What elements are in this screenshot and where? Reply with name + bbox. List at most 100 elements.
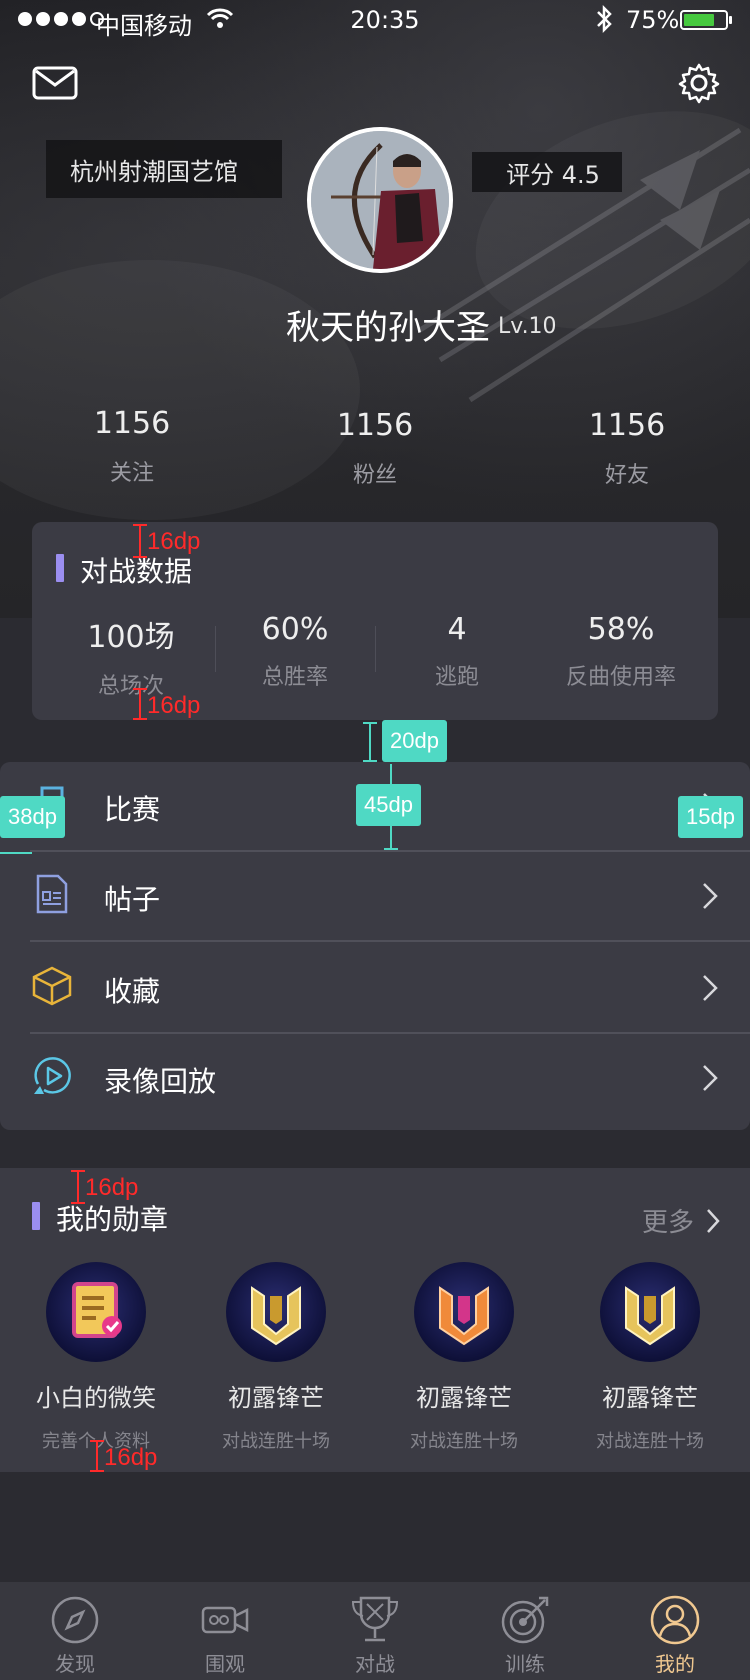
spacing-annotation: 16dp [147,692,201,719]
battle-value: 100场 [87,620,175,655]
clock: 20:35 [350,6,420,34]
battle-label: 反曲使用率 [565,665,676,690]
battle-value: 4 [447,612,467,647]
scroll-medal-icon [46,1262,146,1362]
medal-desc: 对战连胜十场 [596,1431,704,1452]
stat-fans[interactable]: 1156 粉丝 [295,408,455,489]
settings-gear-icon[interactable] [678,62,720,108]
rating-value: 评分 4.5 [506,160,600,189]
menu-item-favorites[interactable]: 收藏 [0,944,750,1034]
club-tag[interactable]: 杭州射潮国艺馆 [46,140,282,198]
battle-label: 逃跑 [434,665,479,690]
tab-training[interactable]: 训练 [450,1582,600,1680]
chevron-right-icon [707,1208,720,1233]
shield-medal-icon [414,1262,514,1362]
medal-item[interactable]: 初露锋芒 对战连胜十场 [186,1262,366,1453]
trophy-icon [349,1594,401,1646]
spacing-annotation: 45dp [356,784,421,826]
spacing-marker-cap [133,524,147,526]
spacing-marker-cap [363,722,377,724]
stat-value: 1156 [336,408,414,443]
tab-label: 发现 [55,1652,95,1676]
carrier-name: 中国移动 [96,12,192,40]
box-icon [30,964,74,1008]
signal-strength-icon [18,12,104,26]
chevron-right-icon [702,882,718,910]
spacing-marker-cap [90,1470,104,1472]
tab-label: 我的 [655,1652,695,1676]
more-link[interactable]: 更多 [642,1202,720,1239]
stat-label: 粉丝 [352,463,397,488]
medal-item[interactable]: 小白的微笑 完善个人资料 [6,1262,186,1453]
menu-item-replays[interactable]: 录像回放 [0,1034,750,1124]
medals-section: 我的勋章 更多 小白的微笑 完善个人资料 初露锋芒 对战连胜十场 初露锋芒 对战… [0,1168,750,1472]
menu-label: 录像回放 [104,1065,217,1098]
battle-value: 60% [261,612,329,647]
club-name: 杭州射潮国艺馆 [70,157,238,186]
tab-label: 对战 [355,1652,395,1676]
replay-icon [30,1054,74,1098]
spacing-marker-cap [133,556,147,558]
section-accent-bar [56,554,64,582]
shield-medal-icon [600,1262,700,1362]
target-icon [499,1594,551,1646]
compass-icon [49,1594,101,1646]
medal-name: 初露锋芒 [602,1384,698,1412]
chevron-right-icon [702,1064,718,1092]
spacing-marker-cap [363,760,377,762]
menu-item-posts[interactable]: 帖子 [0,852,750,942]
avatar[interactable] [307,127,453,273]
mail-icon[interactable] [32,66,78,104]
battle-recurve-rate: 58% 反曲使用率 [536,612,706,691]
wifi-icon [206,6,234,36]
battle-win-rate: 60% 总胜率 [210,612,380,691]
section-accent-bar [32,1202,40,1230]
menu-label: 帖子 [104,883,161,916]
spacing-marker-cap [71,1202,85,1204]
stat-value: 1156 [93,406,171,441]
spacing-marker-cap [133,688,147,690]
battle-total-games: 100场 总场次 [46,612,216,700]
medal-name: 小白的微笑 [36,1384,156,1412]
document-icon [30,872,74,916]
stat-label: 关注 [109,461,154,486]
spacing-marker [96,1440,98,1472]
shield-medal-icon [226,1262,326,1362]
spacing-annotation: 16dp [85,1174,139,1201]
spacing-annotation: 20dp [382,720,447,762]
status-bar: 中国移动 20:35 75% [0,0,750,40]
stat-following[interactable]: 1156 关注 [52,406,212,487]
tab-watch[interactable]: 围观 [150,1582,300,1680]
menu-label: 比赛 [104,793,161,826]
tab-battle[interactable]: 对战 [300,1582,450,1680]
battle-value: 58% [587,612,655,647]
stat-label: 好友 [604,463,649,488]
stat-friends[interactable]: 1156 好友 [547,408,707,489]
medal-desc: 对战连胜十场 [410,1431,518,1452]
medal-item[interactable]: 初露锋芒 对战连胜十场 [374,1262,554,1453]
tab-mine[interactable]: 我的 [600,1582,750,1680]
medal-name: 初露锋芒 [228,1384,324,1412]
tab-label: 训练 [505,1652,545,1676]
spacing-marker-cap [384,848,398,850]
spacing-annotation: 16dp [104,1444,158,1471]
tab-discover[interactable]: 发现 [0,1582,150,1680]
user-level: Lv.10 [498,314,557,339]
medal-item[interactable]: 初露锋芒 对战连胜十场 [560,1262,740,1453]
battle-data-card[interactable]: 对战数据 100场 总场次 60% 总胜率 4 逃跑 58% 反曲使用率 [32,522,718,720]
medals-title: 我的勋章 [56,1203,169,1236]
rating-tag: 评分 4.5 [472,152,622,192]
spacing-marker-cap [90,1440,104,1442]
battle-escapes: 4 逃跑 [372,612,542,691]
spacing-marker-cap [71,1170,85,1172]
more-label: 更多 [641,1208,694,1238]
stat-value: 1156 [588,408,666,443]
user-icon [649,1594,701,1646]
spacing-annotation: 15dp [678,796,743,838]
divider [30,940,750,942]
spacing-marker [139,524,141,558]
battery-percent: 75% [626,6,680,34]
spacing-marker [0,852,32,854]
video-icon [199,1594,251,1646]
bluetooth-icon [594,4,614,40]
